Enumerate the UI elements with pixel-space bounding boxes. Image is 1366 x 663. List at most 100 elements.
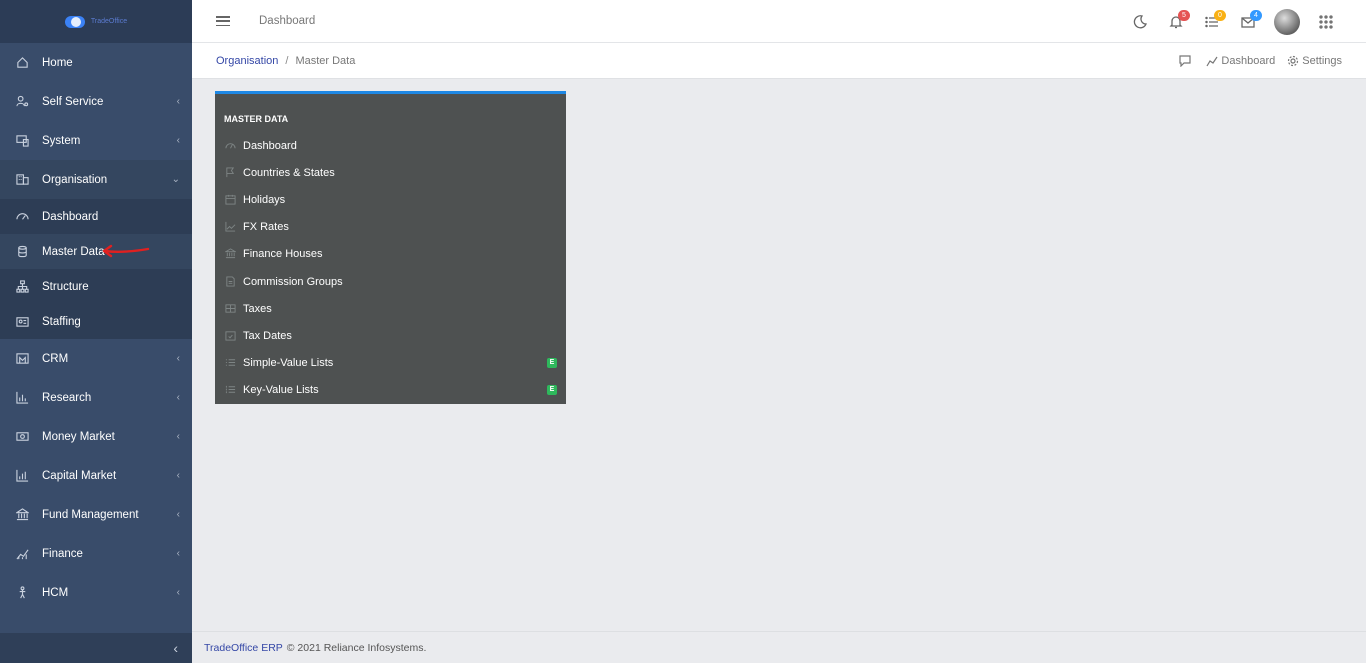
tasks-button[interactable]: 0 — [1194, 0, 1230, 43]
panel-item-label: FX Rates — [243, 221, 289, 234]
sidebar-item-label: Research — [42, 391, 92, 404]
comment-button[interactable] — [1179, 54, 1194, 67]
sidebar-item-fund-management[interactable]: Fund Management ‹ — [0, 495, 192, 534]
sidebar-collapse-button[interactable]: ‹ — [0, 633, 192, 663]
panel-item-countries-states[interactable]: Countries & States — [215, 159, 566, 186]
panel-item-label: Commission Groups — [243, 275, 343, 288]
sidebar-item-crm[interactable]: CRM ‹ — [0, 339, 192, 378]
list-ordered-icon — [225, 384, 237, 396]
panel-item-label: Key-Value Lists — [243, 384, 319, 397]
sidebar-item-label: Organisation — [42, 173, 108, 186]
comment-icon — [1179, 54, 1192, 67]
sidebar-item-label: Money Market — [42, 430, 115, 443]
theme-toggle-button[interactable] — [1122, 0, 1158, 43]
id-card-icon — [15, 315, 29, 329]
sidebar-item-label: Structure — [42, 280, 89, 293]
bank-icon — [15, 508, 29, 522]
settings-link[interactable]: Settings — [1287, 55, 1342, 67]
panel-item-label: Simple-Value Lists — [243, 357, 334, 370]
sidebar-item-home[interactable]: Home — [0, 43, 192, 82]
panel-item-tax-dates[interactable]: Tax Dates — [215, 322, 566, 349]
sidebar-item-label: Fund Management — [42, 508, 139, 521]
panel-item-fx-rates[interactable]: FX Rates — [215, 214, 566, 241]
sidebar-item-staffing[interactable]: Staffing — [0, 304, 192, 339]
breadcrumb-separator: / — [285, 54, 289, 67]
panel-item-taxes[interactable]: Taxes — [215, 295, 566, 322]
flag-icon — [225, 167, 237, 179]
moon-icon — [1133, 14, 1147, 28]
sidebar-item-system[interactable]: System ‹ — [0, 121, 192, 160]
sidebar-item-master-data[interactable]: Master Data — [0, 234, 192, 269]
speedometer-icon — [15, 210, 29, 224]
header-title[interactable]: Dashboard — [259, 15, 315, 27]
panel-item-commission-groups[interactable]: Commission Groups — [215, 268, 566, 295]
dashboard-link[interactable]: Dashboard — [1206, 55, 1275, 67]
money-icon — [15, 430, 29, 444]
sidebar-item-label: Home — [42, 56, 73, 69]
sidebar-item-money-market[interactable]: Money Market ‹ — [0, 417, 192, 456]
calendar-check-icon — [225, 330, 237, 342]
notifications-badge: 5 — [1178, 10, 1190, 21]
sidebar-menu: Home Self Service ‹ System ‹ Organisatio… — [0, 43, 192, 199]
breadcrumb-current: Master Data — [295, 54, 356, 67]
messages-button[interactable]: 4 — [1230, 0, 1266, 43]
bank-icon — [225, 248, 237, 260]
chevron-left-icon: ‹ — [176, 96, 180, 107]
database-icon — [15, 245, 29, 259]
devices-icon — [15, 134, 29, 148]
breadcrumb-organisation-link[interactable]: Organisation — [216, 55, 278, 67]
panel-item-label: Tax Dates — [243, 329, 292, 342]
chart-icon — [15, 391, 29, 405]
user-cog-icon — [15, 95, 29, 109]
top-header: Dashboard 5 0 4 — [192, 0, 1366, 43]
table-icon — [225, 303, 237, 315]
panel-item-key-value-lists[interactable]: Key-Value Lists E — [215, 377, 566, 404]
chevron-down-icon: ⌄ — [171, 174, 180, 185]
panel-item-label: Finance Houses — [243, 248, 323, 261]
panel-item-finance-houses[interactable]: Finance Houses — [215, 241, 566, 268]
sidebar-item-capital-market[interactable]: Capital Market ‹ — [0, 456, 192, 495]
brand-logo[interactable]: TradeOffice — [0, 0, 192, 43]
footer: TradeOffice ERP © 2021 Reliance Infosyst… — [192, 631, 1366, 663]
settings-link-label: Settings — [1302, 54, 1342, 67]
sidebar-item-label: Capital Market — [42, 469, 117, 482]
sidebar-item-research[interactable]: Research ‹ — [0, 378, 192, 417]
sidebar-item-label: Dashboard — [42, 210, 99, 223]
finance-icon — [15, 547, 29, 561]
panel-item-label: Dashboard — [243, 139, 297, 152]
panel-item-holidays[interactable]: Holidays — [215, 186, 566, 213]
panel-title: MASTER DATA — [224, 114, 289, 124]
chevron-left-icon: ‹ — [176, 587, 180, 598]
master-data-panel: MASTER DATA Dashboard Countries & States… — [215, 91, 566, 404]
sidebar-item-structure[interactable]: Structure — [0, 269, 192, 304]
line-chart-icon — [225, 221, 237, 233]
sidebar-item-finance[interactable]: Finance ‹ — [0, 534, 192, 573]
graph-icon — [1206, 56, 1218, 66]
sidebar-item-self-service[interactable]: Self Service ‹ — [0, 82, 192, 121]
panel-item-label: Countries & States — [243, 166, 335, 179]
chevron-left-icon: ‹ — [176, 392, 180, 403]
sidebar-menu-rest: CRM ‹ Research ‹ Money Market ‹ Capital … — [0, 339, 192, 612]
hamburger-menu-icon[interactable] — [216, 16, 230, 26]
avatar[interactable] — [1274, 8, 1300, 35]
organisation-submenu: Dashboard Master Data Structure Staffing — [0, 199, 192, 339]
breadcrumb-actions: Dashboard Settings — [1167, 55, 1342, 67]
panel-item-dashboard[interactable]: Dashboard — [215, 132, 566, 159]
gear-icon — [1288, 55, 1299, 66]
sidebar-item-label: System — [42, 134, 81, 147]
footer-brand-link[interactable]: TradeOffice ERP — [204, 642, 283, 654]
breadcrumb-bar: Organisation / Master Data Dashboard Set… — [192, 43, 1366, 79]
chevron-left-icon: ‹ — [176, 548, 180, 559]
person-icon — [15, 586, 29, 600]
notifications-button[interactable]: 5 — [1158, 0, 1194, 43]
sidebar-item-organisation[interactable]: Organisation ⌄ — [0, 160, 192, 199]
chevron-left-icon: ‹ — [176, 353, 180, 364]
bar-chart-icon — [15, 469, 29, 483]
sitemap-icon — [15, 280, 29, 294]
apps-button[interactable] — [1308, 0, 1344, 43]
panel-item-simple-value-lists[interactable]: Simple-Value Lists E — [215, 350, 566, 377]
sidebar-item-hcm[interactable]: HCM ‹ — [0, 573, 192, 612]
sidebar-item-org-dashboard[interactable]: Dashboard — [0, 199, 192, 234]
annotation-arrow-icon — [102, 244, 150, 258]
building-icon — [15, 173, 29, 187]
